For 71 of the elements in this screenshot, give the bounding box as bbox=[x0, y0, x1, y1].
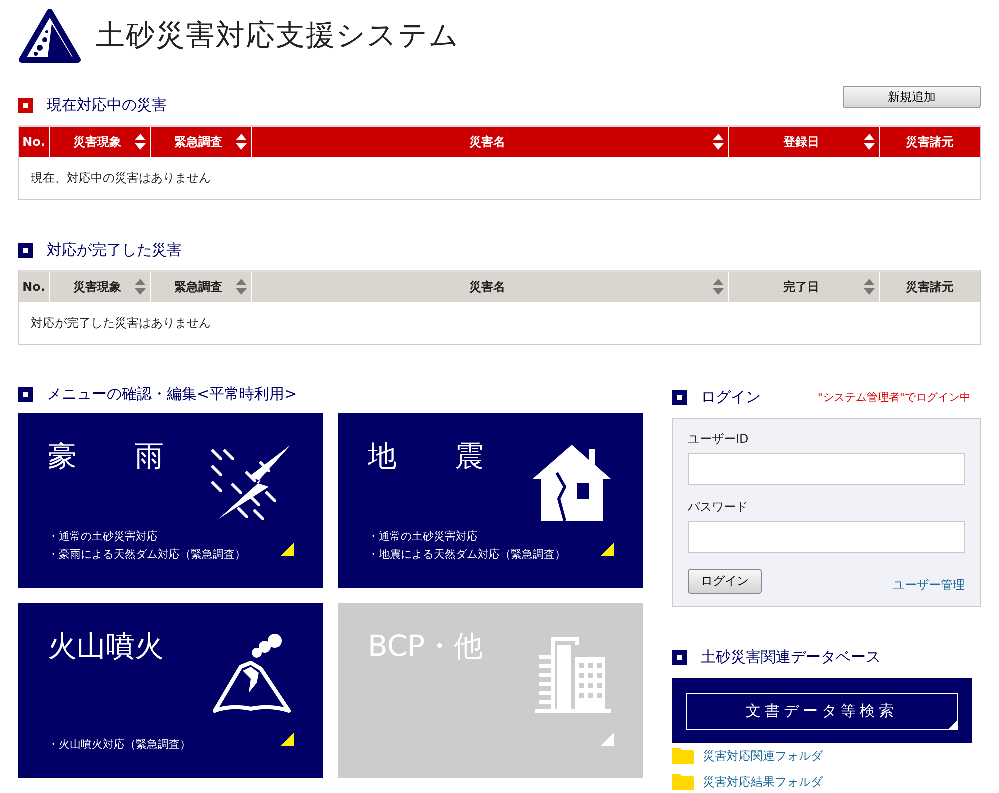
empty-message: 現在、対応中の災害はありません bbox=[30, 170, 212, 186]
add-new-button[interactable]: 新規追加 bbox=[843, 86, 981, 108]
volcano-icon bbox=[211, 633, 293, 715]
tile-description: ・通常の土砂災害対応 bbox=[48, 529, 158, 544]
field-label: パスワード bbox=[688, 499, 748, 516]
column-label: 災害諸元 bbox=[904, 134, 955, 150]
login-status: "システム管理者"でログイン中 bbox=[818, 390, 971, 404]
section-marker-icon bbox=[672, 650, 687, 664]
tile-title: 地 震 bbox=[368, 439, 484, 474]
column-label: 災害現象 bbox=[72, 278, 122, 296]
column-header[interactable]: 緊急調査 bbox=[150, 127, 251, 157]
sort-icon[interactable] bbox=[713, 134, 724, 150]
column-label: 災害名 bbox=[468, 278, 506, 296]
sort-icon[interactable] bbox=[236, 279, 247, 295]
corner-triangle-icon bbox=[281, 543, 294, 556]
folder-link[interactable]: 災害対応関連フォルダ bbox=[703, 748, 823, 764]
user-management-link[interactable]: ユーザー管理 bbox=[893, 577, 965, 594]
sort-icon[interactable] bbox=[135, 134, 146, 150]
menu-tile[interactable]: 地 震 ・通常の土砂災害対応 ・地震による天然ダム対応（緊急調査） bbox=[338, 413, 643, 588]
tile-description: ・地震による天然ダム対応（緊急調査） bbox=[368, 547, 566, 562]
tile-description: ・豪雨による天然ダム対応（緊急調査） bbox=[48, 547, 246, 562]
column-header[interactable]: 緊急調査 bbox=[150, 272, 251, 302]
tile-title: 豪 雨 bbox=[48, 439, 164, 474]
app-title: 土砂災害対応支援システム bbox=[96, 17, 460, 54]
corner-triangle-icon bbox=[601, 543, 614, 556]
corner-triangle-icon bbox=[601, 733, 614, 746]
folder-icon bbox=[672, 748, 694, 764]
section-title: 土砂災害関連データベース bbox=[701, 648, 881, 666]
column-label: 登録日 bbox=[782, 134, 820, 150]
section-title: 対応が完了した災害 bbox=[47, 240, 182, 260]
section-title: ログイン bbox=[701, 388, 761, 406]
column-label: 緊急調査 bbox=[174, 134, 224, 150]
section-marker-icon bbox=[672, 390, 687, 404]
menu-tile[interactable]: 火山噴火 ・火山噴火対応（緊急調査） bbox=[18, 603, 323, 778]
column-label: 災害現象 bbox=[72, 134, 122, 150]
sort-icon[interactable] bbox=[864, 134, 875, 150]
column-header[interactable]: 災害現象 bbox=[49, 127, 150, 157]
menu-tile[interactable]: 豪 雨 ・通常の土砂災害対応 ・豪雨による天然ダム対応（緊急調査） bbox=[18, 413, 323, 588]
column-header[interactable]: 災害名 bbox=[251, 127, 728, 157]
column-label: 災害名 bbox=[468, 134, 506, 150]
column-label: 完了日 bbox=[782, 278, 820, 296]
column-header[interactable]: 登録日 bbox=[728, 127, 879, 157]
tile-description: ・通常の土砂災害対応 bbox=[368, 529, 478, 544]
section-marker-icon bbox=[18, 387, 33, 402]
sort-icon[interactable] bbox=[236, 134, 247, 150]
column-header[interactable]: 完了日 bbox=[728, 272, 879, 302]
column-label: No. bbox=[22, 135, 46, 149]
section-title: メニューの確認・編集<平常時利用> bbox=[47, 385, 298, 404]
landslide-logo-icon bbox=[18, 8, 82, 64]
sort-icon[interactable] bbox=[135, 279, 146, 295]
column-label: No. bbox=[22, 280, 46, 294]
folder-icon bbox=[672, 774, 694, 790]
user-id-field[interactable] bbox=[688, 453, 965, 485]
tile-title: 火山噴火 bbox=[48, 629, 164, 664]
column-label: 緊急調査 bbox=[174, 278, 224, 296]
column-header[interactable]: 災害名 bbox=[251, 272, 728, 302]
section-marker-icon bbox=[18, 98, 33, 112]
empty-message: 対応が完了した災害はありません bbox=[30, 314, 212, 332]
sort-icon[interactable] bbox=[864, 279, 875, 295]
folder-link[interactable]: 災害対応結果フォルダ bbox=[703, 774, 823, 790]
sort-icon[interactable] bbox=[713, 279, 724, 295]
section-marker-icon bbox=[18, 242, 33, 258]
column-header[interactable]: 災害現象 bbox=[49, 272, 150, 302]
section-title: 現在対応中の災害 bbox=[47, 96, 167, 114]
field-label: ユーザーID bbox=[688, 431, 749, 448]
document-search-button[interactable]: 文書データ等検索 bbox=[686, 693, 958, 730]
tile-description: ・火山噴火対応（緊急調査） bbox=[48, 737, 191, 752]
password-field[interactable] bbox=[688, 521, 965, 553]
login-button[interactable]: ログイン bbox=[688, 569, 762, 594]
column-label: 災害諸元 bbox=[904, 278, 955, 296]
corner-triangle-icon bbox=[281, 733, 294, 746]
